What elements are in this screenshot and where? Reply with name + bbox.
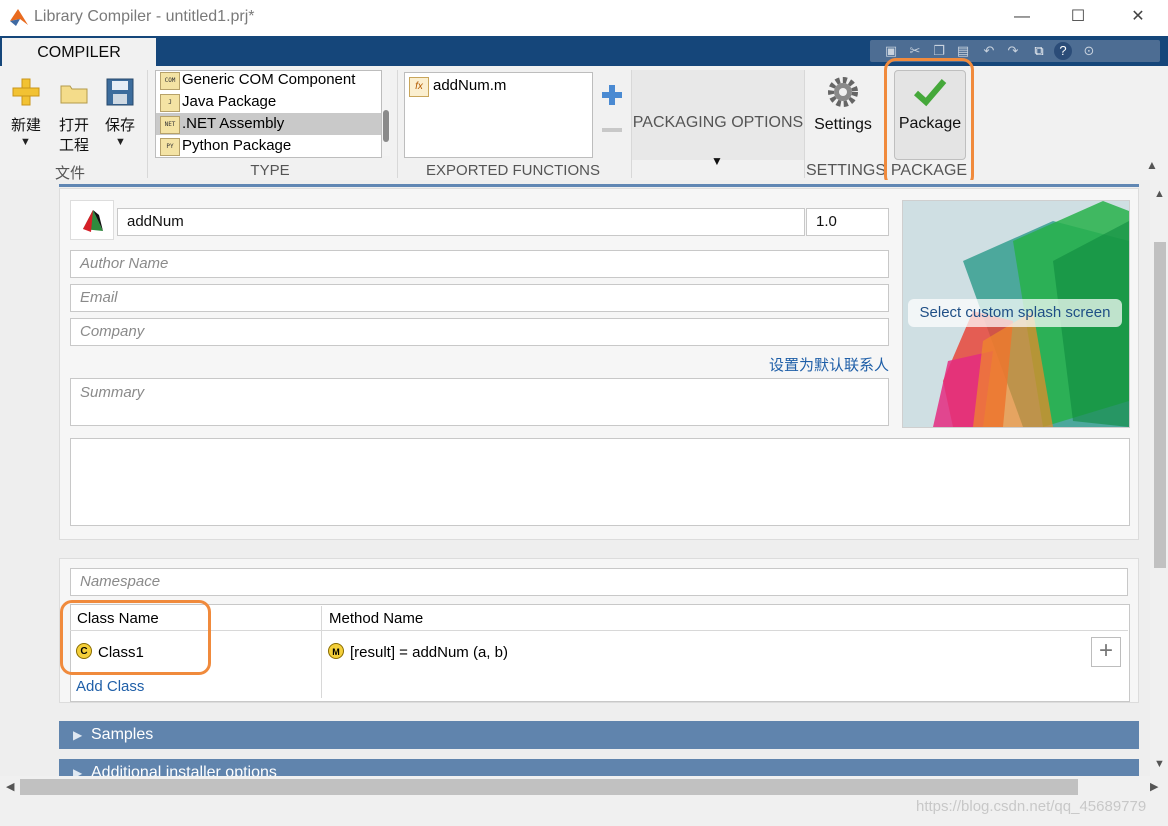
add-function-button[interactable]	[601, 84, 623, 106]
namespace-field[interactable]: Namespace	[70, 568, 1128, 596]
save-button[interactable]: 保存 ▼	[102, 78, 138, 178]
method-signature-cell[interactable]: [result] = addNum (a, b)	[350, 644, 508, 661]
summary-field[interactable]: Summary	[70, 378, 889, 426]
type-item-dotnet[interactable]: NET .NET Assembly	[156, 113, 381, 135]
class-table-header	[70, 604, 1128, 631]
gear-icon	[828, 77, 858, 107]
packaging-options-label: PACKAGING OPTIONS	[632, 114, 804, 131]
method-icon: M	[328, 643, 344, 659]
collapse-ribbon-icon[interactable]: ▲	[1146, 158, 1158, 172]
scroll-thumb[interactable]	[20, 779, 1078, 795]
com-icon: COM	[160, 72, 180, 90]
chevron-down-icon: ▼	[20, 136, 31, 148]
chevron-down-icon[interactable]: ▼	[711, 154, 723, 168]
splash-screen[interactable]: Select custom splash screen	[902, 200, 1130, 428]
plus-icon	[602, 85, 622, 105]
open-label-1: 打开	[58, 117, 89, 134]
app-icon[interactable]	[70, 200, 114, 240]
exported-functions-list[interactable]: fx addNum.m	[404, 72, 593, 158]
scroll-right-icon[interactable]: ▶	[1150, 780, 1158, 793]
chevron-down-icon: ▼	[115, 136, 126, 148]
type-list-scrollbar[interactable]	[382, 70, 390, 156]
description-field[interactable]	[70, 438, 1130, 526]
content-top-accent	[59, 184, 1139, 187]
column-divider	[321, 606, 322, 698]
undo-icon[interactable]: ↶	[980, 42, 998, 60]
expand-arrow-icon: ▶	[73, 766, 83, 776]
save-label: 保存	[104, 117, 135, 134]
watermark-text: https://blog.csdn.net/qq_45689779	[916, 798, 1147, 815]
ribbon-divider	[804, 70, 805, 178]
author-name-field[interactable]: Author Name	[70, 250, 889, 278]
add-method-button[interactable]: +	[1091, 637, 1121, 667]
status-bar: https://blog.csdn.net/qq_45689779	[0, 798, 1168, 826]
minimize-button[interactable]: —	[1010, 6, 1034, 28]
type-list[interactable]: COM Generic COM Component J Java Package…	[155, 70, 382, 158]
type-item-python[interactable]: PY Python Package	[156, 135, 381, 157]
function-file-icon: fx	[409, 77, 429, 97]
new-button[interactable]: 新建 ▼	[10, 78, 42, 178]
java-icon: J	[160, 94, 180, 112]
samples-section-header[interactable]: ▶ Samples	[59, 721, 1139, 749]
horizontal-scrollbar[interactable]: ◀ ▶	[0, 776, 1168, 798]
close-button[interactable]: ✕	[1126, 6, 1150, 28]
email-field[interactable]: Email	[70, 284, 889, 312]
settings-section-label: SETTINGS	[806, 162, 887, 179]
additional-installer-options-label: Additional installer options	[91, 764, 277, 776]
title-bar: Library Compiler - untitled1.prj* — ☐ ✕	[0, 0, 1168, 36]
settings-label: Settings	[814, 116, 872, 133]
open-label-2: 工程	[58, 137, 89, 154]
redo-icon[interactable]: ↷	[1004, 42, 1022, 60]
open-project-button[interactable]: 打开 工程	[56, 78, 92, 158]
additional-installer-options-header[interactable]: ▶ Additional installer options	[59, 759, 1139, 776]
window-title: Library Compiler - untitled1.prj*	[34, 8, 255, 25]
vertical-scrollbar[interactable]: ▲ ▼	[1150, 180, 1168, 776]
select-splash-screen-button[interactable]: Select custom splash screen	[908, 299, 1122, 327]
app-icon-image	[83, 210, 103, 232]
settings-button[interactable]: Settings	[808, 74, 878, 140]
type-item-java[interactable]: J Java Package	[156, 91, 381, 113]
scroll-thumb[interactable]	[1154, 242, 1166, 568]
add-class-link[interactable]: Add Class	[76, 678, 144, 695]
ribbon-divider	[147, 70, 148, 178]
ribbon-divider	[397, 70, 398, 178]
app-name-input[interactable]: addNum	[117, 208, 805, 236]
floppy-icon	[106, 78, 134, 106]
expand-arrow-icon: ▶	[73, 728, 83, 742]
matlab-logo-icon	[10, 9, 28, 26]
packaging-options-gallery[interactable]: PACKAGING OPTIONS ▼	[632, 70, 804, 168]
remove-function-icon[interactable]	[602, 128, 622, 132]
scroll-thumb[interactable]	[383, 110, 389, 142]
set-default-contact-link[interactable]: 设置为默认联系人	[769, 354, 889, 375]
tab-compiler[interactable]: COMPILER	[2, 38, 156, 66]
type-item-com[interactable]: COM Generic COM Component	[156, 71, 381, 91]
maximize-button[interactable]: ☐	[1066, 6, 1090, 28]
scroll-left-icon[interactable]: ◀	[6, 780, 14, 793]
new-label: 新建	[10, 117, 41, 134]
plus-new-icon	[12, 78, 40, 106]
company-field[interactable]: Company	[70, 318, 889, 346]
scroll-down-icon[interactable]: ▼	[1154, 758, 1165, 770]
python-icon: PY	[160, 138, 180, 156]
samples-label: Samples	[91, 726, 154, 743]
help-icon[interactable]: ?	[1054, 42, 1072, 60]
exported-functions-section-label: EXPORTED FUNCTIONS	[426, 162, 600, 179]
dotnet-icon: NET	[160, 116, 180, 134]
options-icon[interactable]: ⊙	[1080, 42, 1098, 60]
exported-function-item[interactable]: addNum.m	[433, 77, 506, 94]
window-switch-icon[interactable]: ⧉	[1030, 42, 1048, 60]
scroll-up-icon[interactable]: ▲	[1154, 188, 1165, 200]
version-input[interactable]: 1.0	[806, 208, 889, 236]
class-name-highlight	[60, 600, 211, 675]
type-section-label: TYPE	[250, 162, 290, 179]
main-content: addNum 1.0 Author Name Email Company 设置为…	[0, 180, 1150, 776]
folder-icon	[60, 85, 88, 104]
method-name-header: Method Name	[329, 610, 424, 627]
package-highlight	[884, 58, 974, 188]
